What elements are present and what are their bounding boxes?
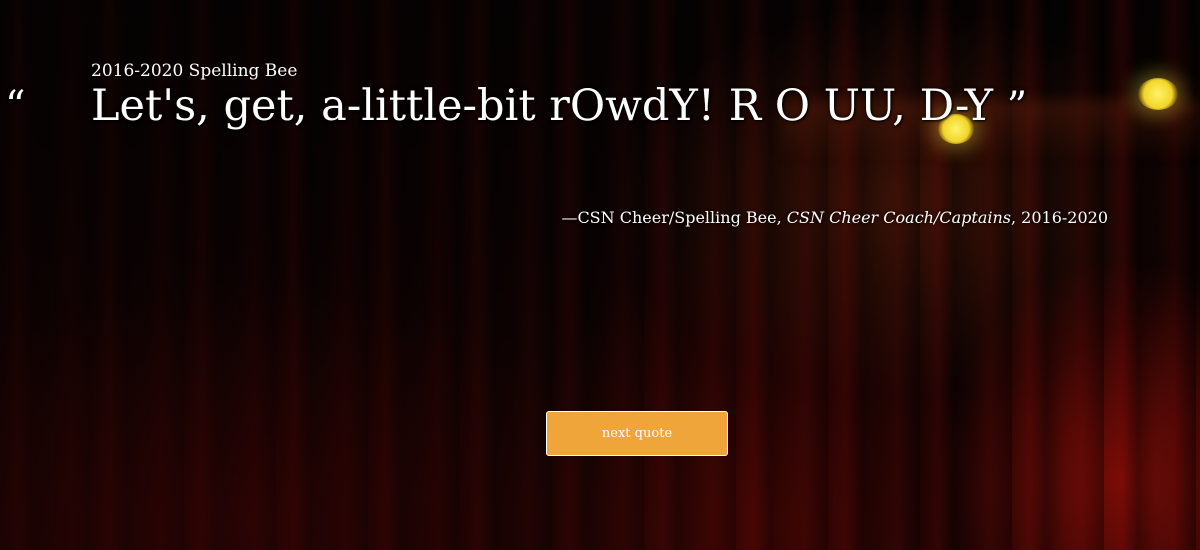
attribution-author: —CSN Cheer/Spelling Bee,	[561, 208, 787, 227]
stage-spotlight-icon	[1138, 78, 1178, 110]
quote-text: Let's, get, a-little-bit rOwdY! R O UU, …	[91, 81, 994, 131]
next-quote-button[interactable]: next quote	[546, 411, 728, 456]
open-quote-icon: “	[5, 83, 26, 129]
stage-background: 2016-2020 Spelling Bee “Let's, get, a-li…	[0, 0, 1200, 550]
close-quote-icon: ”	[1006, 84, 1028, 130]
attribution-year: , 2016-2020	[1010, 208, 1108, 227]
quote-block: “ Let's, get, a-little-bit rOwdY! R O UU,…	[5, 78, 1128, 135]
quote-body: “ Let's, get, a-little-bit rOwdY! R O UU,…	[5, 78, 1128, 135]
attribution-source: CSN Cheer Coach/Captains	[786, 208, 1011, 227]
quote-attribution: —CSN Cheer/Spelling Bee, CSN Cheer Coach…	[561, 208, 1108, 227]
